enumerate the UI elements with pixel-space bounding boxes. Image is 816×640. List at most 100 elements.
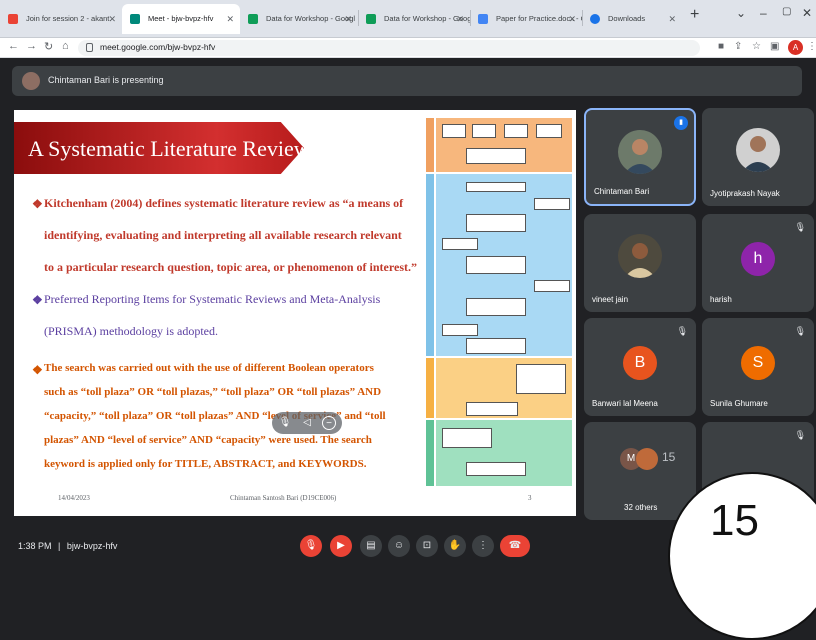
annotation-number: 15 — [710, 496, 759, 545]
mic-toggle-button[interactable]: 🎙 — [300, 535, 322, 557]
drive-icon — [366, 14, 376, 24]
participant-name: harish — [710, 295, 732, 304]
minimize-icon[interactable]: – — [760, 6, 767, 20]
slide-text-line: Preferred Reporting Items for Systematic… — [44, 292, 381, 306]
back-icon[interactable]: ← — [8, 40, 19, 52]
reload-icon[interactable]: ↻ — [44, 40, 53, 53]
camera-toggle-button[interactable]: ▶ — [330, 535, 352, 557]
hand-icon: ✋ — [448, 540, 462, 551]
mic-off-icon: 🎙 — [794, 326, 806, 336]
home-icon[interactable]: ⌂ — [62, 40, 69, 52]
diagram-band — [426, 174, 434, 356]
browser-tab[interactable]: Data for Workshop - Googl ✕ — [358, 4, 470, 34]
captions-icon: ▤ — [366, 540, 376, 551]
remove-icon[interactable]: − — [322, 416, 336, 430]
profile-avatar[interactable]: A — [788, 40, 803, 55]
slide-bullet: ❖ — [32, 363, 43, 377]
slide-bullet: ❖ — [32, 197, 43, 211]
docs-icon — [478, 14, 488, 24]
diagram-box — [504, 124, 528, 138]
avatar: h — [741, 242, 775, 276]
close-tab-icon[interactable]: ✕ — [226, 4, 234, 34]
meet-window: Join for session 2 - akant. ✕ Meet - bjw… — [0, 0, 816, 640]
mic-off-icon[interactable]: 🎙 — [278, 416, 292, 430]
forward-icon[interactable]: → — [26, 40, 37, 52]
meeting-info: 1:38 PM | bjw-bvpz-hfv — [18, 541, 117, 551]
participant-tile[interactable]: Jyotiprakash Nayak — [702, 108, 814, 206]
meeting-code: bjw-bvpz-hfv — [66, 541, 118, 551]
others-stack-count: 15 — [662, 450, 676, 464]
participant-photo — [618, 234, 662, 278]
tab-label: Join for session 2 - akant. — [26, 14, 112, 23]
new-tab-icon[interactable]: + — [690, 6, 699, 24]
slide-text-line: The search was carried out with the use … — [44, 362, 374, 374]
presenting-text: Chintaman Bari is presenting — [48, 75, 164, 85]
camera-off-icon: ▶ — [337, 540, 345, 551]
participant-tile[interactable]: vineet jain — [584, 214, 696, 312]
slide-text-line: Kitchenham (2004) defines systematic lit… — [44, 196, 404, 210]
diagram-box — [466, 338, 526, 354]
slide-text-line: keyword is applied only for TITLE, ABSTR… — [44, 458, 367, 470]
slide-title: A Systematic Literature Review — [28, 136, 310, 161]
participant-tile[interactable]: 🎙 S Sunila Ghumare — [702, 318, 814, 416]
mic-off-icon: 🎙 — [794, 430, 806, 440]
diagram-band — [426, 118, 434, 172]
side-panel-icon[interactable]: ▣ — [770, 41, 779, 52]
presenter-avatar — [22, 72, 40, 90]
leave-call-button[interactable]: ☎ — [500, 535, 530, 557]
tab-label: Meet - bjw-bvpz-hfv — [148, 14, 214, 23]
diagram-band — [426, 420, 434, 486]
restore-icon[interactable]: ▢ — [782, 6, 791, 17]
close-tab-icon[interactable]: ✕ — [456, 4, 464, 34]
diagram-box — [466, 148, 526, 164]
browser-tab[interactable]: Downloads ✕ — [582, 4, 682, 34]
participant-name: Sunila Ghumare — [710, 399, 768, 408]
browser-tab[interactable]: Join for session 2 - akant. ✕ — [0, 4, 122, 34]
mic-off-icon: 🎙 — [676, 326, 688, 336]
browser-tab-active[interactable]: Meet - bjw-bvpz-hfv ✕ — [122, 4, 240, 34]
participant-name: Chintaman Bari — [594, 187, 650, 196]
person-silhouette-icon — [742, 136, 774, 172]
more-vert-icon: ⋮ — [478, 540, 488, 551]
camera-in-use-icon[interactable]: ■ — [718, 41, 724, 52]
clock-time: 1:38 PM — [18, 541, 52, 551]
person-silhouette-icon — [624, 139, 656, 174]
browser-menu-icon[interactable]: ⋮ — [807, 41, 816, 52]
close-tab-icon[interactable]: ✕ — [668, 4, 676, 34]
participant-tile[interactable]: 🎙 B Banwari lal Meena — [584, 318, 696, 416]
slide-text-line: such as “toll plaza” OR “toll plazas,” “… — [44, 386, 382, 398]
tab-label: Downloads — [608, 14, 646, 23]
browser-tab[interactable]: Paper for Practice.docx - G ✕ — [470, 4, 582, 34]
slide-overlay-controls: 🎙 ◁ − — [272, 412, 342, 434]
speaking-indicator-icon: ▮ — [674, 116, 688, 130]
tab-label: Data for Workshop - Googl — [266, 14, 356, 23]
captions-button[interactable]: ▤ — [360, 535, 382, 557]
more-options-button[interactable]: ⋮ — [472, 535, 494, 557]
close-tab-icon[interactable]: ✕ — [108, 4, 116, 34]
url-text: meet.google.com/bjw-bvpz-hfv — [100, 42, 216, 52]
present-button[interactable]: ⊡ — [416, 535, 438, 557]
bookmark-star-icon[interactable]: ☆ — [752, 41, 761, 52]
tab-search-icon[interactable]: ⌄ — [736, 6, 746, 20]
participant-tile[interactable]: ▮ Chintaman Bari — [584, 108, 696, 206]
volume-off-icon[interactable]: ◁ — [300, 416, 314, 430]
avatar: B — [623, 346, 657, 380]
close-tab-icon[interactable]: ✕ — [568, 4, 576, 34]
share-icon[interactable]: ⇪ — [734, 41, 742, 52]
drive-icon — [248, 14, 258, 24]
close-window-icon[interactable]: ✕ — [802, 6, 812, 20]
diagram-box — [466, 182, 526, 192]
mic-off-icon: 🎙 — [304, 540, 318, 551]
participant-name: Banwari lal Meena — [592, 399, 658, 408]
diagram-band — [426, 358, 434, 418]
raise-hand-button[interactable]: ✋ — [444, 535, 466, 557]
reactions-button[interactable]: ☺ — [388, 535, 410, 557]
participant-photo — [736, 128, 780, 172]
close-tab-icon[interactable]: ✕ — [344, 4, 352, 34]
diagram-box — [466, 214, 526, 232]
others-tile[interactable]: M 15 32 others — [584, 422, 696, 520]
info-separator: | — [58, 541, 61, 551]
browser-tab[interactable]: Data for Workshop - Googl ✕ — [240, 4, 358, 34]
participant-tile[interactable]: 🎙 h harish — [702, 214, 814, 312]
address-bar[interactable]: meet.google.com/bjw-bvpz-hfv — [78, 40, 700, 56]
